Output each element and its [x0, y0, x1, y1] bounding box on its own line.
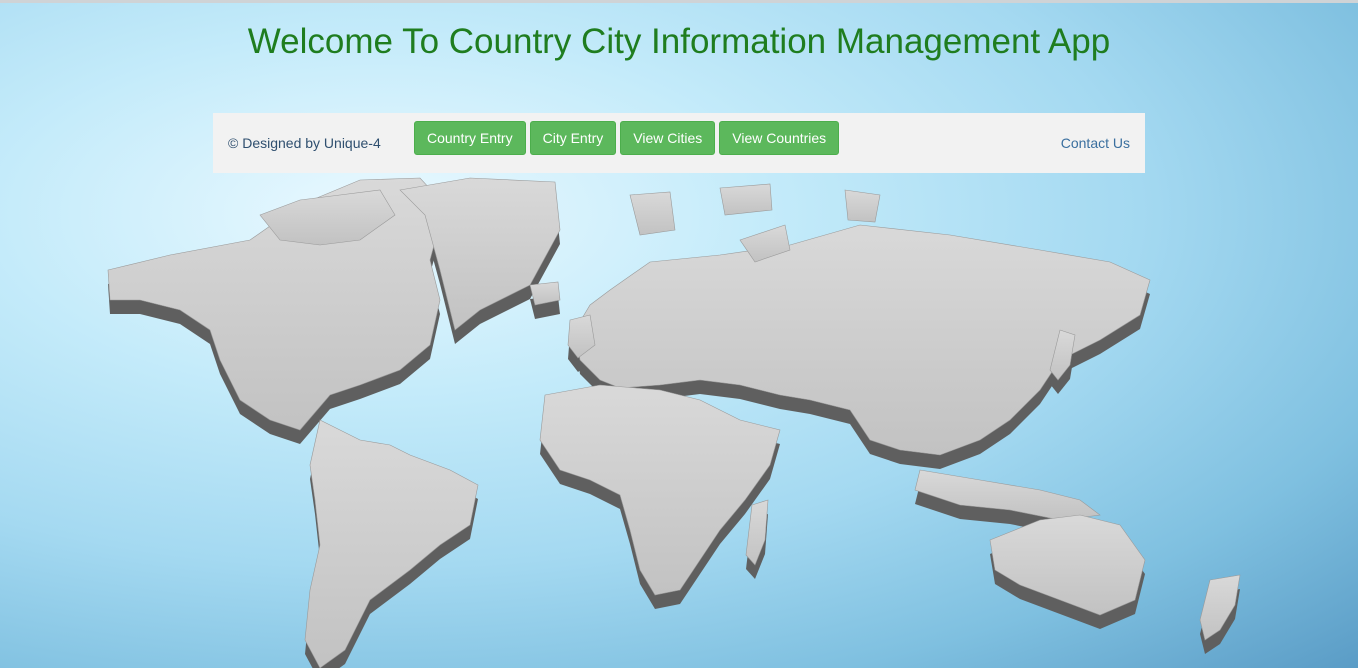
page-title: Welcome To Country City Information Mana… [247, 22, 1111, 61]
brand-text: © Designed by Unique-4 [228, 135, 381, 151]
contact-us-link[interactable]: Contact Us [1061, 135, 1130, 151]
world-map-icon [107, 177, 1241, 668]
nav-button-group: Country Entry City Entry View Cities Vie… [414, 121, 840, 155]
navbar: © Designed by Unique-4 Country Entry Cit… [213, 113, 1145, 173]
view-cities-button[interactable]: View Cities [620, 121, 716, 155]
country-entry-button[interactable]: Country Entry [414, 121, 526, 155]
city-entry-button[interactable]: City Entry [529, 121, 617, 155]
view-countries-button[interactable]: View Countries [719, 121, 840, 155]
